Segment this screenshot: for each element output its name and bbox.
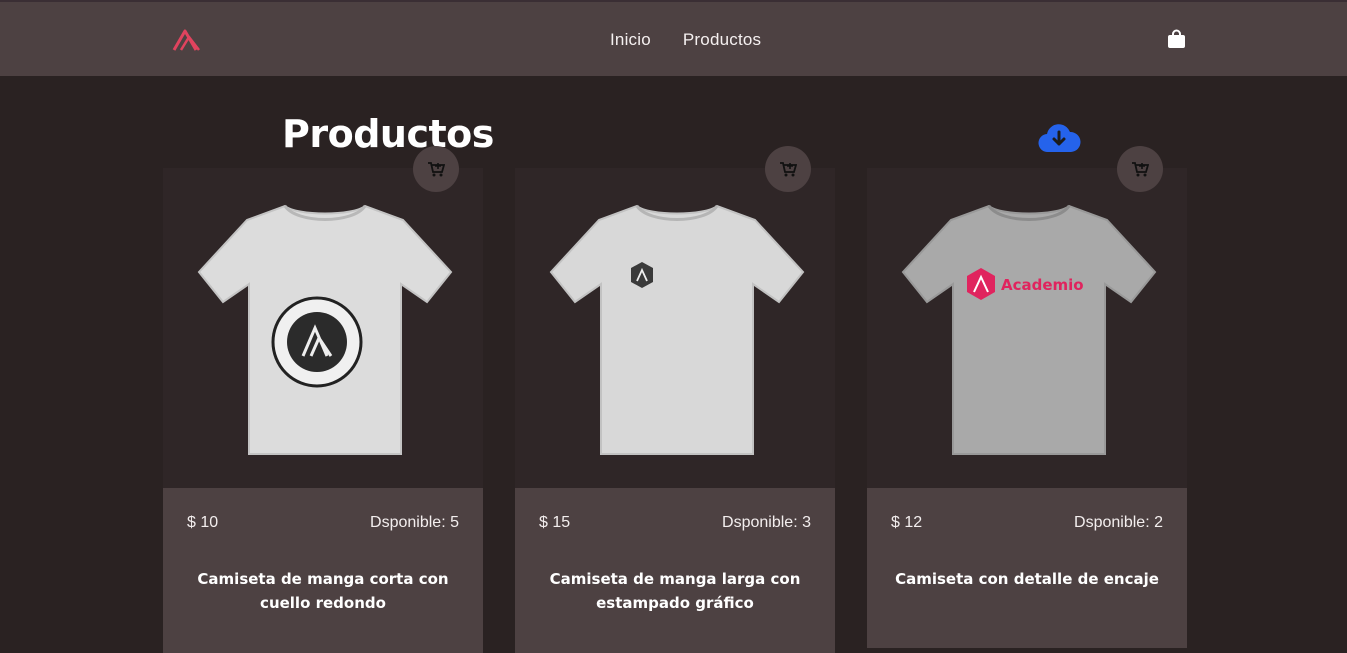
product-info: $ 12 Dsponible: 2 Camiseta con detalle d… xyxy=(867,488,1187,648)
shopping-bag-icon[interactable] xyxy=(1167,29,1186,49)
nav-link-inicio[interactable]: Inicio xyxy=(610,30,651,50)
add-to-cart-button[interactable] xyxy=(765,146,811,192)
add-to-cart-button[interactable] xyxy=(413,146,459,192)
tshirt-image: Academio xyxy=(901,204,1157,455)
product-price: $ 12 xyxy=(891,514,923,531)
cart-plus-icon xyxy=(780,162,797,177)
academio-logo-icon[interactable] xyxy=(172,28,202,52)
page-title: Productos xyxy=(282,112,494,156)
nav-links: Inicio Productos xyxy=(610,30,761,50)
tshirt-image xyxy=(549,204,805,455)
product-name: Camiseta con detalle de encaje xyxy=(895,570,1159,588)
product-card: $ 10 Dsponible: 5 Camiseta de manga cort… xyxy=(163,146,483,653)
product-name: Camiseta de manga corta con cuello redon… xyxy=(197,570,449,612)
product-card: Academio $ 12 Dsponible: 2 Camiseta con … xyxy=(867,146,1187,648)
product-info: $ 15 Dsponible: 3 Camiseta de manga larg… xyxy=(515,488,835,653)
product-image-area xyxy=(163,146,483,488)
cart-plus-icon xyxy=(428,162,445,177)
tshirt-image xyxy=(197,204,453,455)
nav-link-productos[interactable]: Productos xyxy=(683,30,761,50)
navbar: Inicio Productos xyxy=(0,0,1347,76)
product-price: $ 10 xyxy=(187,514,219,531)
product-stock: Dsponible: 5 xyxy=(370,514,459,531)
product-image-area xyxy=(515,146,835,488)
product-image-area: Academio xyxy=(867,146,1187,488)
product-stock: Dsponible: 3 xyxy=(722,514,811,531)
product-price: $ 15 xyxy=(539,514,571,531)
cloud-download-icon[interactable] xyxy=(1037,120,1081,154)
cart-plus-icon xyxy=(1132,162,1149,177)
product-stock: Dsponible: 2 xyxy=(1074,514,1163,531)
add-to-cart-button[interactable] xyxy=(1117,146,1163,192)
product-name: Camiseta de manga larga con estampado gr… xyxy=(549,570,801,612)
academio-print-text: Academio xyxy=(1001,276,1084,294)
product-info: $ 10 Dsponible: 5 Camiseta de manga cort… xyxy=(163,488,483,653)
product-card: $ 15 Dsponible: 3 Camiseta de manga larg… xyxy=(515,146,835,653)
